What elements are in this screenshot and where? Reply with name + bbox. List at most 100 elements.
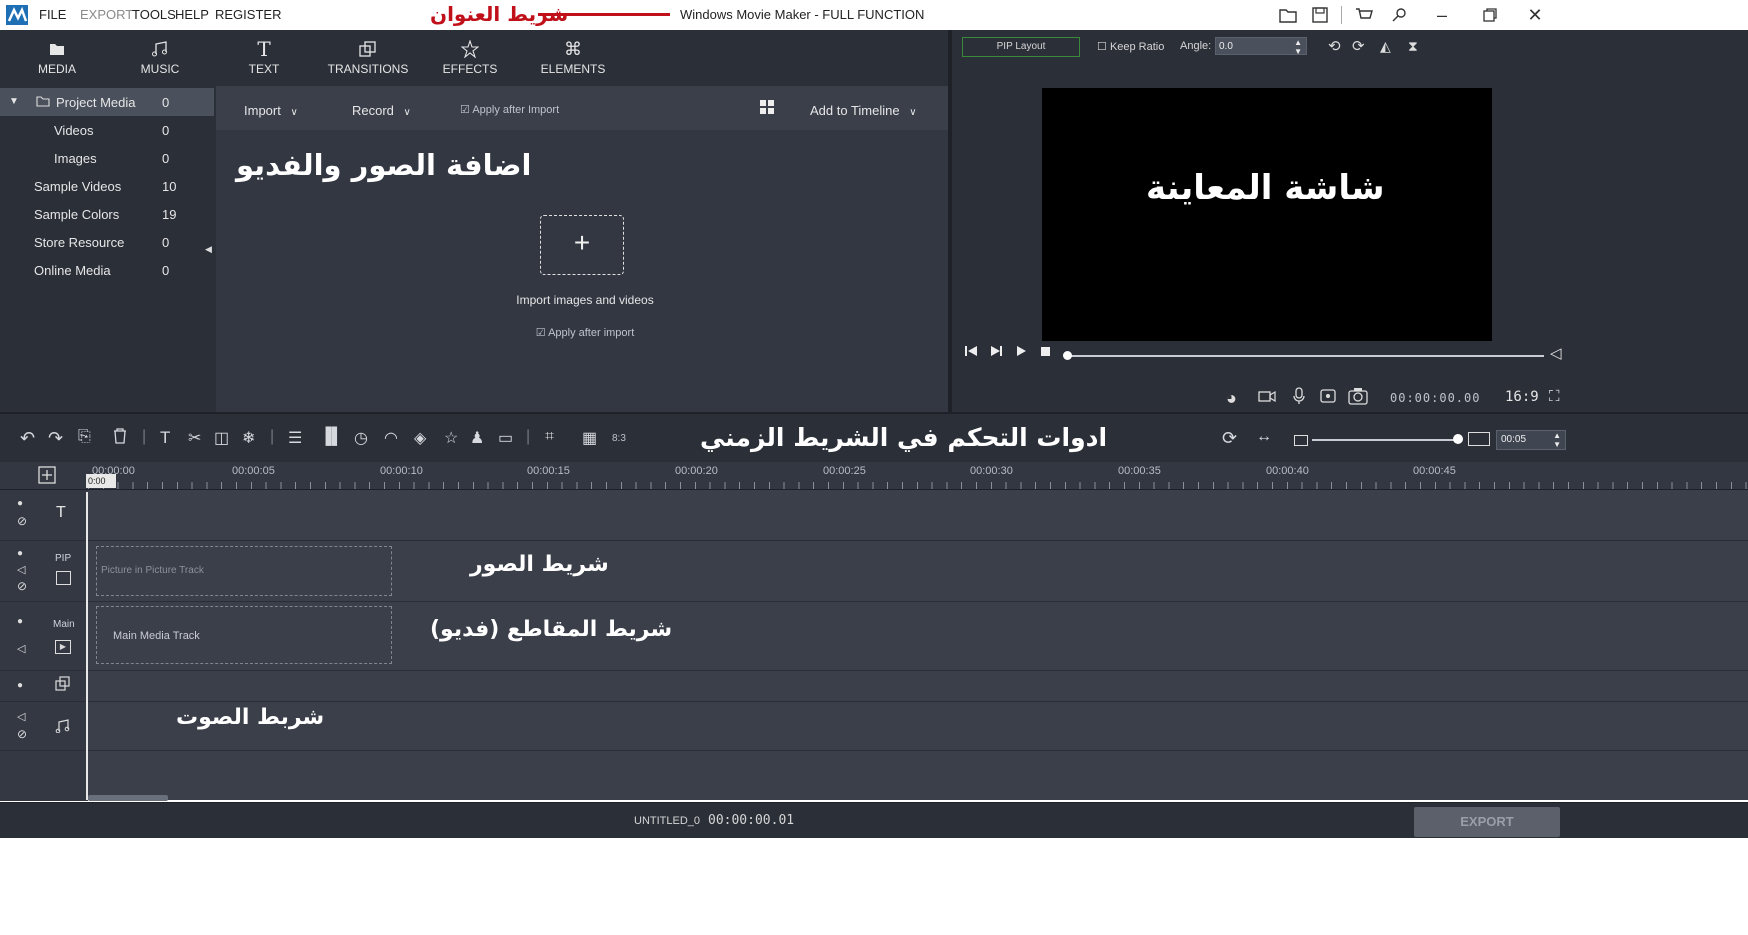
person-icon[interactable]: ♟ [470,428,484,448]
eye-icon[interactable]: ● [17,680,23,691]
speaker-icon[interactable]: ◁ [17,563,25,576]
keep-ratio-checkbox[interactable]: ☐ Keep Ratio [1097,40,1164,53]
sidebar-item-online-media[interactable]: Online Media 0 [0,256,214,284]
add-track-icon[interactable] [38,466,56,484]
tab-music[interactable]: MUSIC [120,36,200,86]
angle-input[interactable]: 0.0 ▲ ▼ [1215,37,1307,56]
stop-icon[interactable] [1040,344,1052,358]
tab-elements[interactable]: ⌘ ELEMENTS [533,36,613,86]
screen-record-icon[interactable] [1320,389,1336,403]
color-icon[interactable]: ◈ [414,428,426,448]
microphone-icon[interactable] [1292,387,1306,405]
copy-icon[interactable]: ⎘ [78,428,91,446]
tab-effects[interactable]: EFFECTS [430,36,510,86]
undo-icon[interactable]: ↶ [20,428,35,449]
tab-transitions[interactable]: TRANSITIONS [326,36,410,86]
link-icon[interactable]: ⊘ [17,514,27,528]
subtitle-icon[interactable]: ▭ [498,428,513,448]
menu-file[interactable]: FILE [39,7,66,22]
eye-icon[interactable]: ● [17,498,23,509]
rotate-right-icon[interactable]: ⟳ [1352,37,1365,55]
pip-layout-button[interactable]: PIP Layout [962,37,1080,57]
menu-register[interactable]: REGISTER [215,7,281,22]
step-frame-icon[interactable] [990,344,1004,358]
aspect-ratio-selector[interactable]: 16:9 [1505,389,1539,405]
cart-icon[interactable] [1352,4,1376,26]
palette-icon[interactable]: ◕ [1226,388,1237,409]
freeze-icon[interactable]: ❄ [242,428,255,448]
sidebar-item-images[interactable]: Images 0 [0,144,214,172]
split-icon[interactable]: ◫ [214,428,229,448]
sidebar-item-sample-videos[interactable]: Sample Videos 10 [0,172,214,200]
grid-view-icon[interactable] [760,100,774,114]
speed-icon[interactable]: ◷ [354,428,368,448]
adjust-icon[interactable]: ☰ [288,428,302,448]
fit-width-icon[interactable]: ↔ [1256,428,1272,446]
apply-after-import-checkbox[interactable]: ☑ Apply after Import [460,103,559,116]
pip-track-placeholder[interactable]: Picture in Picture Track [96,546,392,596]
skip-back-icon[interactable] [964,344,978,358]
refresh-icon[interactable]: ⟳ [1222,428,1237,449]
zoom-out-icon[interactable] [1294,435,1308,446]
export-button[interactable]: EXPORT [1414,807,1560,837]
apply-after-import-checkbox-2[interactable]: ☑ Apply after import [500,326,670,339]
stepper-arrows-icon[interactable]: ▲ ▼ [1294,38,1302,56]
open-folder-icon[interactable] [1276,4,1300,26]
audio-mixer-icon[interactable]: ▐▌ [320,428,343,446]
playhead-line[interactable] [86,492,88,800]
eye-icon[interactable]: ● [17,548,23,559]
sidebar-item-sample-colors[interactable]: Sample Colors 19 [0,200,214,228]
fullscreen-icon[interactable]: ⛶ [1549,388,1560,405]
play-icon[interactable] [1016,344,1028,358]
sidebar-item-videos[interactable]: Videos 0 [0,116,214,144]
import-drop-zone[interactable]: + [540,215,624,275]
speaker-icon[interactable]: ◁ [17,710,25,723]
link-icon[interactable]: ⊘ [17,579,27,593]
menu-export[interactable]: EXPORT [80,7,133,22]
volume-icon[interactable]: ◁ [1550,344,1562,362]
speaker-icon[interactable]: ◁ [17,642,25,655]
restore-button[interactable] [1478,4,1502,26]
sidebar-item-project-media[interactable]: ▼ Project Media 0 [0,88,214,116]
delete-icon[interactable] [113,428,127,444]
scissors-icon[interactable]: ✂ [188,428,201,448]
zoom-in-icon[interactable] [1468,432,1490,446]
main-track-placeholder[interactable]: Main Media Track [96,606,392,664]
save-icon[interactable] [1308,4,1332,26]
zoom-duration-input[interactable]: 00:05 ▲ ▼ [1496,430,1566,450]
menu-help[interactable]: HELP [175,7,209,22]
playhead-marker[interactable]: 0:00 [86,474,116,488]
playback-scrubber[interactable] [1063,351,1072,360]
eye-icon[interactable]: ● [17,616,23,627]
import-dropdown[interactable]: Import ∨ [244,103,298,118]
add-to-timeline-dropdown[interactable]: Add to Timeline ∨ [810,103,917,118]
camera-record-icon[interactable] [1258,389,1276,403]
stepper-arrows-icon[interactable]: ▲ ▼ [1553,431,1561,449]
text-track[interactable] [88,490,1748,541]
curve-icon[interactable]: ◠ [384,428,398,448]
flip-horizontal-icon[interactable]: ◭ [1380,38,1391,55]
zoom-slider-handle[interactable] [1453,434,1463,444]
link-icon[interactable]: ⊘ [17,727,27,741]
rotate-left-icon[interactable]: ⟲ [1328,37,1341,55]
mosaic-icon[interactable]: ▦ [582,428,597,448]
key-icon[interactable] [1387,4,1411,26]
snapshot-icon[interactable] [1348,387,1368,405]
tab-media[interactable]: MEDIA [17,36,97,86]
star-icon[interactable]: ☆ [444,428,458,448]
collapse-sidebar-icon[interactable]: ◀ [205,244,212,255]
add-text-icon[interactable]: T [160,428,170,448]
crop-icon[interactable]: ⌗ [545,428,554,446]
minimize-button[interactable]: – [1430,4,1454,26]
transition-track[interactable] [88,671,1748,702]
zoom-slider-track[interactable] [1312,439,1458,441]
tab-text[interactable]: T TEXT [224,36,304,86]
redo-icon[interactable]: ↷ [48,428,63,449]
sidebar-item-store-resource[interactable]: Store Resource 0 [0,228,214,256]
playback-progress-track[interactable] [1064,355,1544,357]
record-dropdown[interactable]: Record ∨ [352,103,411,118]
audio-track[interactable] [88,702,1748,751]
close-button[interactable]: ✕ [1523,4,1547,26]
horizontal-scrollbar[interactable] [88,795,168,801]
flip-vertical-icon[interactable]: ⧗ [1408,38,1418,55]
